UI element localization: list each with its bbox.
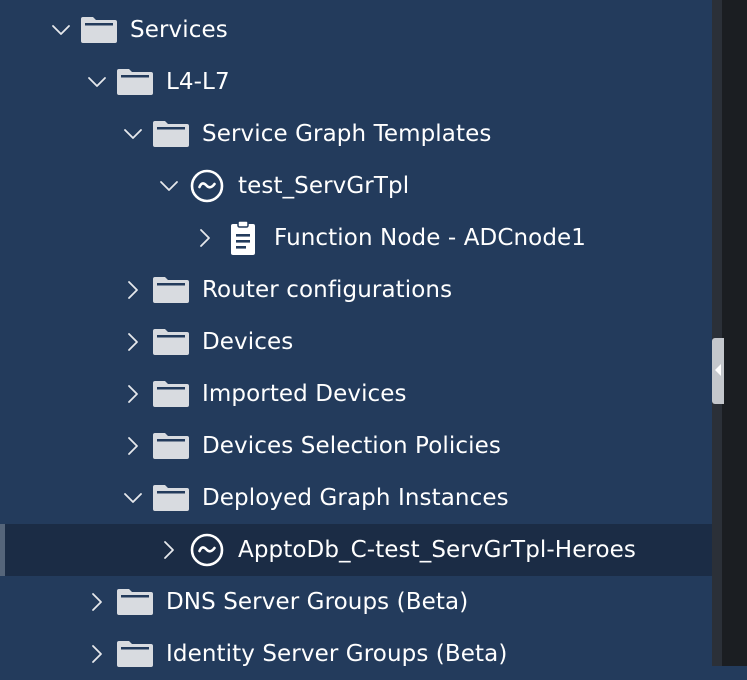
- tree-row-label: test_ServGrTpl: [238, 173, 410, 199]
- chevron-right-icon[interactable]: [122, 331, 144, 353]
- tree-row[interactable]: Router configurations: [0, 264, 712, 316]
- chevron-down-icon[interactable]: [86, 71, 108, 93]
- tree-row-label: ApptoDb_C-test_ServGrTpl-Heroes: [238, 537, 636, 563]
- tree-row[interactable]: Service Graph Templates: [0, 108, 712, 160]
- service-graph-icon: [188, 533, 226, 567]
- tree-row[interactable]: Function Node - ADCnode1: [0, 212, 712, 264]
- folder-icon: [152, 274, 190, 306]
- folder-icon: [152, 482, 190, 514]
- tree-row-label: Identity Server Groups (Beta): [166, 641, 508, 667]
- collapse-arrow-icon: [715, 364, 721, 376]
- tree-row[interactable]: ApptoDb_C-test_ServGrTpl-Heroes: [0, 524, 712, 576]
- tree-row-label: L4-L7: [166, 69, 230, 95]
- tree-row[interactable]: L4-L7: [0, 56, 712, 108]
- tree-row-label: Devices: [202, 329, 294, 355]
- tree-row-label: Service Graph Templates: [202, 121, 492, 147]
- folder-icon: [152, 118, 190, 150]
- document-icon: [224, 220, 262, 255]
- tree-row-label: Router configurations: [202, 277, 453, 303]
- chevron-right-icon[interactable]: [158, 539, 180, 561]
- folder-icon: [152, 430, 190, 462]
- tree-row-label: Imported Devices: [202, 381, 407, 407]
- tree-row[interactable]: Imported Devices: [0, 368, 712, 420]
- tree-row-label: DNS Server Groups (Beta): [166, 589, 469, 615]
- folder-icon: [152, 326, 190, 358]
- folder-icon: [152, 378, 190, 410]
- chevron-right-icon[interactable]: [86, 591, 108, 613]
- tree-row-label: Function Node - ADCnode1: [274, 225, 587, 251]
- service-graph-icon: [188, 169, 226, 203]
- chevron-right-icon[interactable]: [194, 227, 216, 249]
- chevron-right-icon[interactable]: [122, 383, 144, 405]
- chevron-down-icon[interactable]: [50, 19, 72, 41]
- folder-icon: [116, 66, 154, 98]
- folder-icon: [116, 586, 154, 618]
- chevron-right-icon[interactable]: [122, 279, 144, 301]
- tree-row[interactable]: Deployed Graph Instances: [0, 472, 712, 524]
- tree-row-label: Devices Selection Policies: [202, 433, 501, 459]
- tree-row[interactable]: Devices: [0, 316, 712, 368]
- panel-resize-handle[interactable]: [712, 338, 724, 404]
- tree-row[interactable]: Services: [0, 4, 712, 56]
- chevron-down-icon[interactable]: [122, 123, 144, 145]
- tree-row[interactable]: Identity Server Groups (Beta): [0, 628, 712, 680]
- tree-row[interactable]: test_ServGrTpl: [0, 160, 712, 212]
- tree-row[interactable]: DNS Server Groups (Beta): [0, 576, 712, 628]
- folder-icon: [80, 14, 118, 46]
- chevron-down-icon[interactable]: [122, 487, 144, 509]
- folder-icon: [116, 638, 154, 670]
- chevron-down-icon[interactable]: [158, 175, 180, 197]
- chevron-right-icon[interactable]: [86, 643, 108, 665]
- chevron-right-icon[interactable]: [122, 435, 144, 457]
- scrollbar-track[interactable]: [712, 0, 747, 666]
- tree-row[interactable]: Devices Selection Policies: [0, 420, 712, 472]
- navigation-tree: Services L4-L7 Service Graph Templates test…: [0, 4, 712, 680]
- tree-row-label: Deployed Graph Instances: [202, 485, 509, 511]
- tree-row-label: Services: [130, 17, 228, 43]
